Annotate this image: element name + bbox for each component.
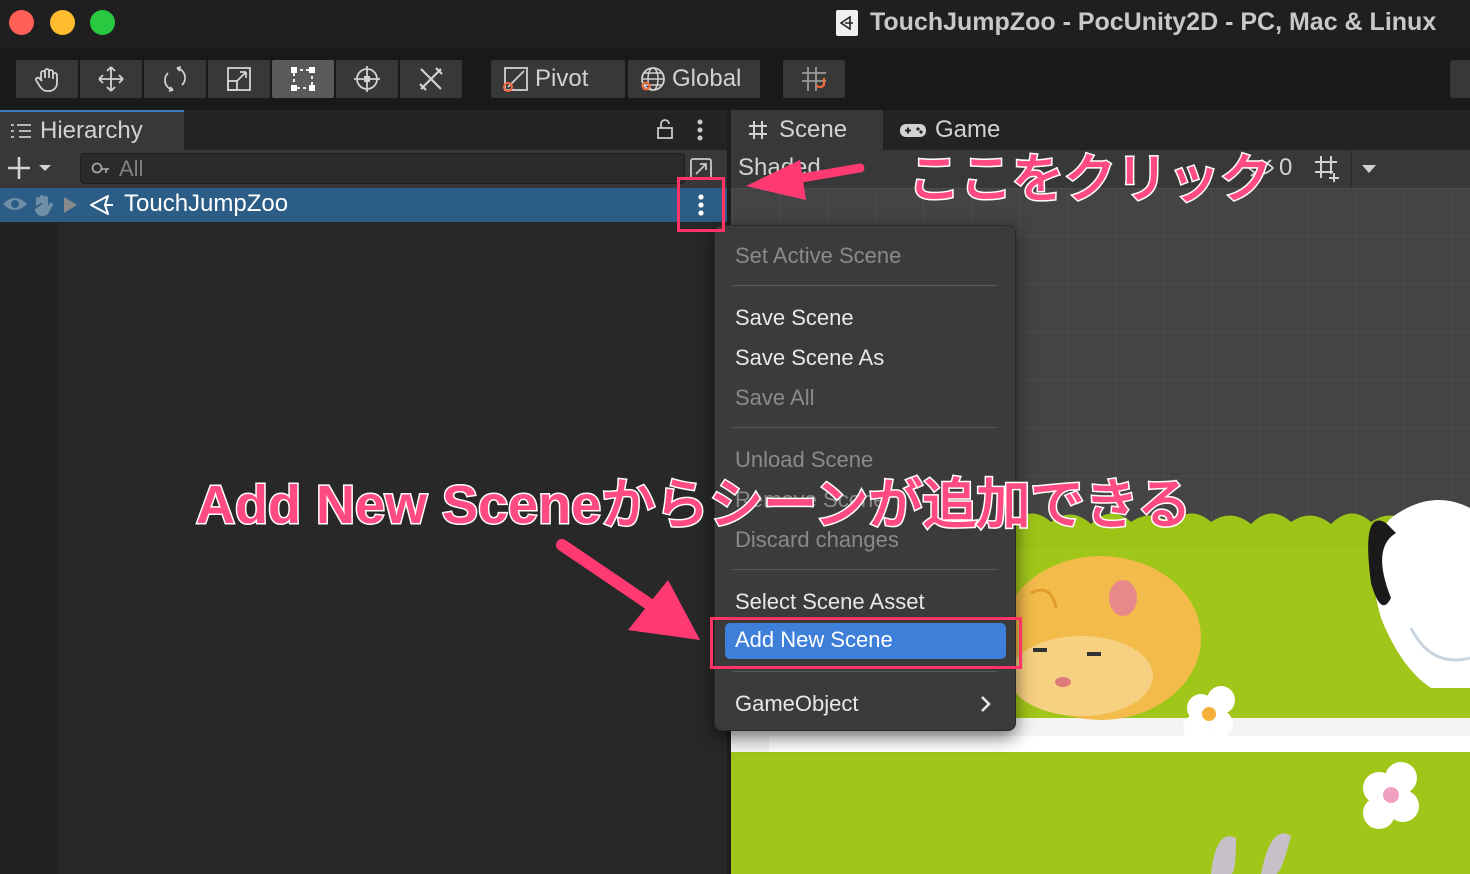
scene-tab-label: Scene: [779, 116, 848, 143]
menu-item-gameobject[interactable]: GameObject: [735, 691, 859, 717]
chevron-down-icon: [1361, 165, 1376, 173]
minimize-window-button[interactable]: [50, 10, 75, 35]
annotation-add-new-scene-note: Add New Sceneからシーンが追加できる: [194, 474, 1192, 537]
menu-item-set-active-scene[interactable]: Set Active Scene: [735, 243, 901, 269]
tab-scene[interactable]: Scene: [731, 110, 883, 150]
scale-icon: [227, 67, 251, 91]
pivot-label: Pivot: [535, 65, 589, 92]
menu-item-save-all[interactable]: Save All: [735, 385, 815, 411]
unity-scene-file-icon: [836, 9, 858, 36]
window-title-text: TouchJumpZoo - PocUnity2D - PC, Mac & Li…: [870, 8, 1437, 36]
expand-arrow-icon[interactable]: [64, 197, 77, 213]
tools-icon: [419, 67, 443, 91]
annotation-highlight-more-button: [677, 177, 725, 232]
annotation-highlight-add-new-scene: [710, 617, 1022, 669]
hash-icon: [749, 121, 767, 139]
pickable-hand-icon[interactable]: [30, 193, 56, 217]
main-toolbar: Pivot Global: [0, 48, 1470, 110]
hierarchy-gutter: [0, 222, 58, 874]
window-title: TouchJumpZoo - PocUnity2D - PC, Mac & Li…: [836, 8, 1436, 37]
pivot-toggle-button[interactable]: Pivot: [491, 60, 625, 98]
rotate-icon: [164, 66, 186, 92]
search-input[interactable]: [119, 155, 679, 182]
transform-tools: [16, 60, 462, 98]
create-object-button[interactable]: [6, 155, 52, 181]
menu-item-save-scene[interactable]: Save Scene: [735, 305, 854, 331]
rect-transform-icon: [291, 67, 315, 91]
zoom-window-button[interactable]: [90, 10, 115, 35]
chevron-right-icon: [981, 696, 991, 712]
plus-icon: [8, 157, 30, 179]
tab-hierarchy[interactable]: Hierarchy: [0, 110, 184, 150]
visibility-eye-icon[interactable]: [2, 193, 28, 215]
grid-snap-icon: [802, 67, 826, 91]
global-toggle-button[interactable]: Global: [628, 60, 760, 98]
menu-separator: [733, 671, 997, 672]
toolbar-overflow[interactable]: [1450, 60, 1470, 98]
title-bar: TouchJumpZoo - PocUnity2D - PC, Mac & Li…: [0, 0, 1470, 48]
hand-tool-button[interactable]: [16, 60, 78, 98]
move-tool-button[interactable]: [80, 60, 142, 98]
shading-mode-dropdown[interactable]: Shaded: [738, 154, 821, 182]
global-label: Global: [672, 65, 742, 92]
menu-separator: [733, 427, 997, 428]
menu-item-select-scene-asset[interactable]: Select Scene Asset: [735, 589, 925, 615]
transform-icon: [354, 66, 380, 92]
list-icon: [11, 124, 31, 138]
transform-tool-button[interactable]: [336, 60, 398, 98]
annotation-click-here: ここをクリック: [906, 150, 1273, 211]
menu-item-save-scene-as[interactable]: Save Scene As: [735, 345, 884, 371]
move-icon: [98, 66, 124, 92]
pivot-icon: [503, 67, 528, 92]
chevron-down-icon: [39, 165, 51, 171]
custom-tool-button[interactable]: [400, 60, 462, 98]
hidden-count: 0: [1279, 154, 1293, 181]
globe-icon: [641, 67, 665, 91]
grid-snap-button[interactable]: [783, 60, 845, 98]
hierarchy-toolbar: [0, 150, 727, 188]
hierarchy-search[interactable]: [80, 153, 685, 184]
gizmos-icon[interactable]: [1311, 152, 1343, 184]
hand-icon: [35, 68, 58, 92]
search-icon: [91, 162, 109, 173]
more-options-icon[interactable]: [696, 118, 704, 142]
hierarchy-tab-bar: Hierarchy: [0, 110, 727, 150]
rect-tool-button[interactable]: [272, 60, 334, 98]
scale-tool-button[interactable]: [208, 60, 270, 98]
hierarchy-tab-label: Hierarchy: [40, 117, 143, 144]
menu-separator: [733, 569, 997, 570]
menu-separator: [733, 285, 997, 286]
rotate-tool-button[interactable]: [144, 60, 206, 98]
lock-icon[interactable]: [655, 118, 675, 140]
gizmos-dropdown[interactable]: [1351, 150, 1385, 188]
hierarchy-scene-row[interactable]: TouchJumpZoo: [0, 188, 727, 222]
close-window-button[interactable]: [9, 10, 34, 35]
unity-scene-icon: [90, 195, 113, 215]
scene-name: TouchJumpZoo: [124, 190, 289, 217]
